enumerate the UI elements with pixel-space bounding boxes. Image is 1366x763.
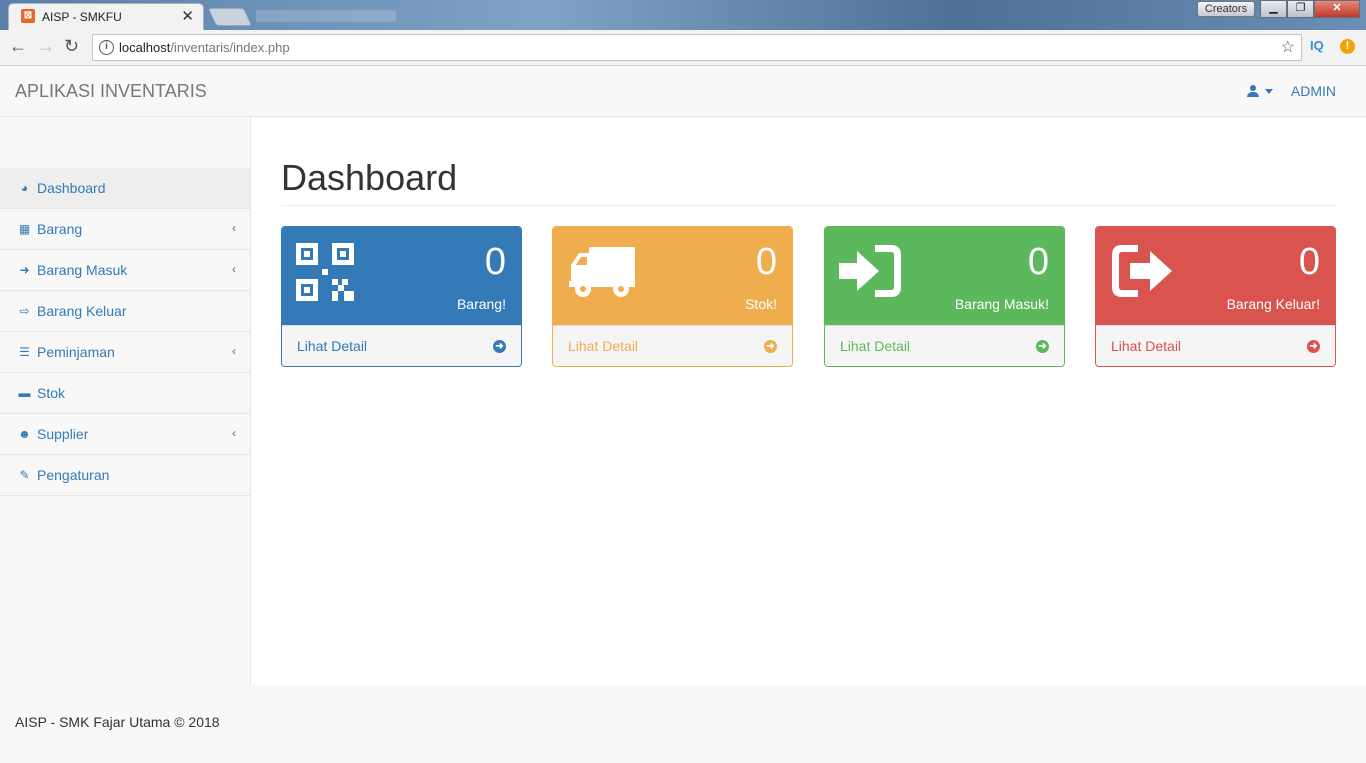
panel-heading: 0 Stok! [553, 227, 792, 325]
sidebar: ◕ Dashboard ▦ Barang ‹ ➜ Barang Masuk ‹ … [0, 117, 251, 685]
app-navbar: APLIKASI INVENTARIS ADMIN [0, 66, 1366, 117]
site-info-icon[interactable]: i [99, 40, 114, 55]
panel-heading: 0 Barang! [282, 227, 521, 325]
warning-extension-icon[interactable]: ! [1340, 39, 1355, 54]
panel-heading: 0 Barang Masuk! [825, 227, 1064, 325]
sidebar-item-pengaturan[interactable]: ✎ Pengaturan [0, 455, 250, 496]
url-text[interactable]: localhost/inventaris/index.php [119, 40, 290, 55]
dashboard-icon: ◕ [20, 181, 29, 195]
maximize-button[interactable]: ❐ [1287, 0, 1314, 18]
sign-in-icon: ➜ [19, 263, 30, 277]
qrcode-icon [296, 243, 354, 301]
panel-label: Barang Masuk! [954, 296, 1049, 312]
sidebar-item-peminjaman[interactable]: ☰ Peminjaman ‹ [0, 332, 250, 373]
sign-out-icon: ⇨ [19, 304, 30, 318]
truck-icon [569, 247, 635, 297]
chevron-left-icon: ‹ [232, 426, 236, 440]
app-brand[interactable]: APLIKASI INVENTARIS [15, 81, 207, 102]
caret-down-icon [1264, 88, 1273, 94]
sidebar-item-barang[interactable]: ▦ Barang ‹ [0, 209, 250, 250]
tab-title: AISP - SMKFU [42, 10, 122, 24]
sidebar-menu: ◕ Dashboard ▦ Barang ‹ ➜ Barang Masuk ‹ … [0, 168, 250, 496]
lihat-detail-label: Lihat Detail [840, 338, 911, 354]
sidebar-item-label: Barang Masuk [37, 262, 128, 278]
sidebar-item-barang-keluar[interactable]: ⇨ Barang Keluar [0, 291, 250, 332]
window-controls: ▁ ❐ ✕ [1260, 0, 1360, 18]
url-path: /inventaris/index.php [170, 40, 290, 55]
arrow-circle-right-icon: ➜ [764, 340, 777, 353]
tab-close-icon[interactable]: ✕ [181, 7, 194, 25]
panel-heading: 0 Barang Keluar! [1096, 227, 1335, 325]
sidebar-item-supplier[interactable]: ☻ Supplier ‹ [0, 414, 250, 455]
sidebar-item-label: Barang Keluar [37, 303, 127, 319]
reload-icon[interactable]: ↻ [64, 36, 79, 57]
panel-label: Barang Keluar! [1226, 296, 1320, 312]
address-bar[interactable]: i localhost/inventaris/index.php ☆ [92, 34, 1302, 61]
new-tab-button[interactable] [207, 8, 253, 26]
sidebar-item-stok[interactable]: ▬ Stok [0, 373, 250, 414]
iq-extension-icon[interactable]: IQ [1310, 38, 1324, 53]
chevron-left-icon: ‹ [232, 221, 236, 235]
user-icon [1246, 85, 1259, 97]
panel-barang-masuk: 0 Barang Masuk! Lihat Detail ➜ [824, 226, 1065, 367]
sidebar-item-label: Pengaturan [37, 467, 110, 483]
main-content: Dashboard 0 Barang! Lihat Detail ➜ 0 Sto… [251, 117, 1366, 685]
panel-label: Stok! [745, 296, 777, 312]
lihat-detail-link[interactable]: Lihat Detail ➜ [825, 325, 1064, 366]
user-dropdown[interactable]: ADMIN [1246, 83, 1336, 99]
lihat-detail-link[interactable]: Lihat Detail ➜ [282, 325, 521, 366]
user-label: ADMIN [1290, 83, 1336, 99]
sidebar-item-label: Barang [37, 221, 83, 237]
panel-count: 0 [755, 241, 777, 283]
list-icon: ☰ [19, 345, 30, 359]
sidebar-item-label: Supplier [37, 426, 89, 442]
creators-button[interactable]: Creators [1197, 1, 1255, 17]
lihat-detail-label: Lihat Detail [568, 338, 639, 354]
arrow-circle-right-icon: ➜ [1307, 340, 1320, 353]
sidebar-item-label: Peminjaman [37, 344, 115, 360]
sign-in-icon [839, 245, 901, 297]
xampp-favicon-icon: ⊠ [21, 9, 35, 23]
footer-copyright: AISP - SMK Fajar Utama © 2018 [15, 714, 220, 730]
chevron-left-icon: ‹ [232, 344, 236, 358]
chevron-left-icon: ‹ [232, 262, 236, 276]
arrow-circle-right-icon: ➜ [493, 340, 506, 353]
truck-icon: ▬ [18, 386, 31, 400]
users-icon: ☻ [18, 427, 31, 441]
lihat-detail-label: Lihat Detail [1111, 338, 1182, 354]
panel-count: 0 [1298, 241, 1320, 283]
lihat-detail-link[interactable]: Lihat Detail ➜ [1096, 325, 1335, 366]
page-footer: AISP - SMK Fajar Utama © 2018 [0, 685, 1366, 763]
title-divider [281, 205, 1336, 206]
panel-count: 0 [484, 241, 506, 283]
panel-label: Barang! [456, 296, 506, 312]
background-tab[interactable] [256, 10, 396, 22]
page-title: Dashboard [281, 157, 458, 198]
wrench-icon: ✎ [19, 468, 30, 482]
lihat-detail-label: Lihat Detail [297, 338, 368, 354]
forward-arrow-icon[interactable]: → [37, 36, 55, 57]
sidebar-item-dashboard[interactable]: ◕ Dashboard [0, 168, 250, 209]
sign-out-icon [1112, 245, 1172, 297]
sidebar-item-barang-masuk[interactable]: ➜ Barang Masuk ‹ [0, 250, 250, 291]
minimize-button[interactable]: ▁ [1260, 0, 1287, 18]
panel-barang-keluar: 0 Barang Keluar! Lihat Detail ➜ [1095, 226, 1336, 367]
panel-count: 0 [1027, 241, 1049, 283]
lihat-detail-link[interactable]: Lihat Detail ➜ [553, 325, 792, 366]
window-titlebar: ⊠ AISP - SMKFU ✕ Creators ▁ ❐ ✕ [0, 0, 1366, 30]
close-window-button[interactable]: ✕ [1314, 0, 1360, 18]
qrcode-icon: ▦ [18, 222, 31, 236]
panel-stok: 0 Stok! Lihat Detail ➜ [552, 226, 793, 367]
sidebar-item-label: Stok [37, 385, 66, 401]
sidebar-item-label: Dashboard [37, 180, 106, 196]
bookmark-star-icon[interactable]: ☆ [1281, 37, 1295, 57]
arrow-circle-right-icon: ➜ [1036, 340, 1049, 353]
panel-barang: 0 Barang! Lihat Detail ➜ [281, 226, 522, 367]
browser-tab[interactable]: ⊠ AISP - SMKFU ✕ [8, 3, 204, 30]
browser-toolbar: ← → ↻ i localhost/inventaris/index.php ☆… [0, 30, 1366, 66]
url-host: localhost [119, 40, 171, 55]
back-arrow-icon[interactable]: ← [9, 36, 27, 57]
